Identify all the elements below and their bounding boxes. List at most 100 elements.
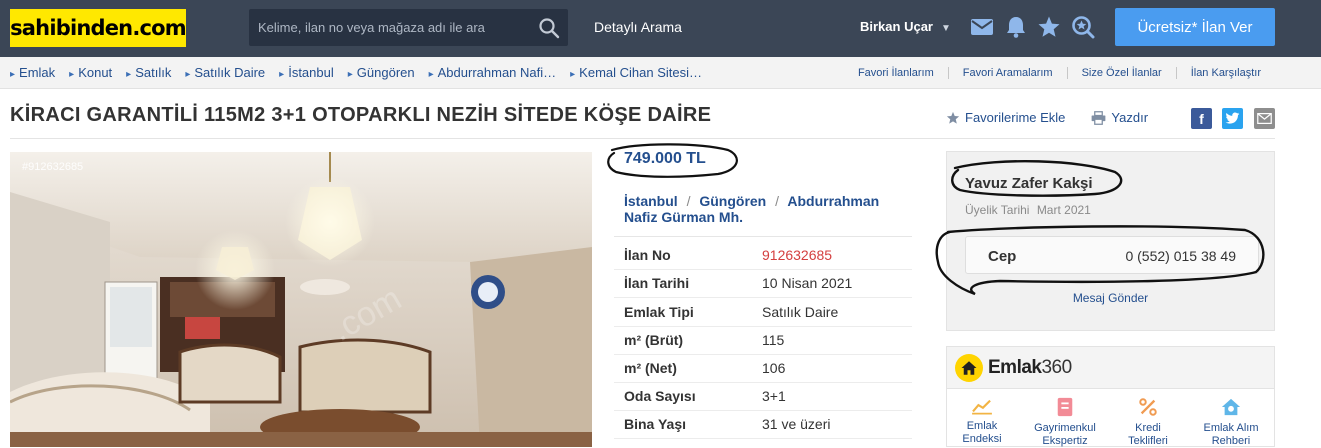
listing-title: KİRACI GARANTİLİ 115M2 3+1 OTOPARKLI NEZ… [10, 104, 712, 126]
logo-text: sahibinden.com [10, 16, 187, 40]
house-info-icon [1221, 398, 1241, 416]
detail-label: İlan No [624, 247, 671, 263]
emlak360-header: Emlak360 [947, 347, 1274, 389]
saved-search-icon[interactable] [1071, 15, 1095, 39]
breadcrumb-item[interactable]: Satılık Daire [185, 65, 265, 80]
listing-actions: Favorilerime Ekle Yazdır [946, 110, 1174, 125]
favorite-searches-link[interactable]: Favori Aramalarım [947, 67, 1067, 79]
row-divider [614, 438, 912, 439]
detail-value: Satılık Daire [762, 304, 839, 320]
print-label: Yazdır [1111, 110, 1149, 125]
divider [614, 236, 912, 237]
breadcrumb-item[interactable]: İstanbul [279, 65, 334, 80]
detail-row-property-type: Emlak Tipi Satılık Daire [624, 298, 912, 326]
phone-number: 0 (552) 015 38 49 [1125, 248, 1236, 264]
site-logo[interactable]: sahibinden.com [10, 9, 187, 47]
location-separator: / [775, 193, 780, 209]
twitter-share-icon[interactable] [1222, 108, 1243, 129]
tool-label-line2: Teklifleri [1128, 435, 1168, 447]
photo-listing-id: #912632685 [22, 161, 84, 173]
search-input[interactable] [249, 9, 529, 46]
detail-value: 912632685 [762, 247, 833, 263]
star-icon [946, 111, 960, 124]
detail-row-listing-no: İlan No 912632685 [624, 241, 912, 269]
detail-label: m² (Net) [624, 360, 677, 376]
tool-emlak-alim-rehberi[interactable]: Emlak Alım Rehberi [1196, 397, 1266, 448]
detail-row-listing-date: İlan Tarihi 10 Nisan 2021 [624, 269, 912, 297]
document-icon [1057, 397, 1073, 417]
percent-icon [1139, 398, 1157, 416]
breadcrumb-item[interactable]: Güngören [348, 65, 415, 80]
seller-card: Yavuz Zafer Kakşi Üyelik Tarihi Mart 202… [946, 151, 1275, 331]
phone-box[interactable]: Cep 0 (552) 015 38 49 [965, 236, 1259, 274]
tool-label-line1: Emlak Alım [1203, 422, 1259, 434]
tool-emlak-endeksi[interactable]: Emlak Endeksi [947, 397, 1017, 446]
divider [10, 138, 1275, 139]
personalized-listings-link[interactable]: Size Özel İlanlar [1066, 67, 1176, 79]
user-menu[interactable]: Birkan Uçar ▼ [860, 19, 951, 34]
tool-label-line1: Gayrimenkul [1034, 422, 1096, 434]
emlak360-logo-icon [955, 354, 983, 382]
breadcrumb-item[interactable]: Emlak [10, 65, 55, 80]
user-name: Birkan Uçar [860, 19, 933, 34]
detail-label: Oda Sayısı [624, 388, 696, 404]
breadcrumb-item[interactable]: Satılık [126, 65, 171, 80]
location-breadcrumb: İstanbul / Güngören / Abdurrahman Nafiz … [624, 193, 914, 225]
tool-label-line2: Endeksi [962, 433, 1002, 445]
top-header: sahibinden.com Detaylı Arama Birkan Uçar… [0, 0, 1321, 57]
quick-links: Favori İlanlarım Favori Aramalarım Size … [844, 67, 1275, 79]
compare-listings-link[interactable]: İlan Karşılaştır [1175, 67, 1275, 79]
tool-label-line2: Ekspertiz [1042, 435, 1088, 447]
membership-label: Üyelik Tarihi [965, 203, 1030, 217]
breadcrumb-item[interactable]: Konut [69, 65, 112, 80]
membership-info: Üyelik Tarihi Mart 2021 [965, 203, 1091, 217]
location-city-link[interactable]: İstanbul [624, 193, 678, 209]
brand-part-b: 360 [1041, 357, 1072, 378]
post-listing-button[interactable]: Ücretsiz* İlan Ver [1115, 8, 1275, 46]
tool-kredi-teklifleri[interactable]: Kredi Teklifleri [1113, 397, 1183, 448]
detail-value: 3+1 [762, 388, 786, 404]
printer-icon [1092, 110, 1106, 125]
emlak360-panel: Emlak360 Emlak Endeksi Gayrimenkul Ekspe… [946, 346, 1275, 447]
add-favorite-label: Favorilerime Ekle [965, 110, 1066, 125]
location-district-link[interactable]: Güngören [699, 193, 766, 209]
detailed-search-link[interactable]: Detaylı Arama [594, 19, 682, 35]
detail-label: Bina Yaşı [624, 416, 687, 432]
emlak360-brand[interactable]: Emlak360 [988, 357, 1072, 379]
tool-label-line2: Rehberi [1211, 435, 1251, 447]
living-room-photo: .com [10, 152, 592, 447]
listing-photo[interactable]: .com #912632685 [10, 152, 592, 447]
favorite-listings-link[interactable]: Favori İlanlarım [844, 67, 948, 79]
breadcrumb-item[interactable]: Kemal Cihan Sitesi… [570, 65, 702, 80]
detail-row-gross-area: m² (Brüt) 115 [624, 326, 912, 354]
send-message-link[interactable]: Mesaj Gönder [947, 291, 1274, 305]
email-share-icon[interactable] [1254, 108, 1275, 129]
membership-date: Mart 2021 [1036, 203, 1091, 217]
breadcrumb: Emlak Konut Satılık Satılık Daire İstanb… [10, 65, 716, 80]
detail-value: 31 ve üzeri [762, 416, 831, 432]
detail-row-building-age: Bina Yaşı 31 ve üzeri [624, 410, 912, 438]
detail-label: m² (Brüt) [624, 332, 684, 348]
location-separator: / [686, 193, 691, 209]
tool-gayrimenkul-ekspertiz[interactable]: Gayrimenkul Ekspertiz [1030, 397, 1100, 448]
search-icon[interactable] [538, 17, 560, 39]
detail-value: 106 [762, 360, 786, 376]
add-favorite-button[interactable]: Favorilerime Ekle [946, 110, 1065, 125]
print-button[interactable]: Yazdır [1091, 110, 1148, 125]
detail-label: Emlak Tipi [624, 304, 694, 320]
chart-icon [972, 399, 992, 415]
bell-icon[interactable] [1004, 15, 1028, 39]
phone-label: Cep [988, 248, 1017, 265]
star-icon[interactable] [1037, 15, 1061, 39]
price: 749.000 TL [624, 150, 706, 167]
seller-name[interactable]: Yavuz Zafer Kakşi [965, 175, 1093, 192]
detail-value: 115 [762, 332, 785, 348]
facebook-share-icon[interactable]: f [1191, 108, 1212, 129]
tool-label-line1: Emlak [966, 420, 998, 432]
search-box [249, 9, 568, 46]
chevron-down-icon: ▼ [940, 23, 951, 34]
detail-value: 10 Nisan 2021 [762, 275, 853, 291]
envelope-icon[interactable] [970, 15, 994, 39]
breadcrumb-bar: Emlak Konut Satılık Satılık Daire İstanb… [0, 57, 1321, 89]
breadcrumb-item[interactable]: Abdurrahman Nafi… [429, 65, 557, 80]
